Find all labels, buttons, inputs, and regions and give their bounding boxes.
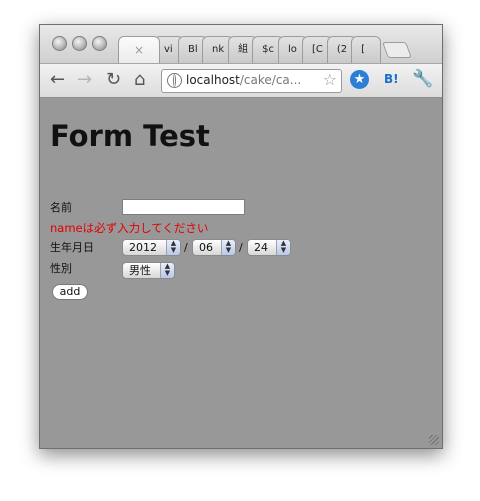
forward-icon[interactable]: → [77,70,92,90]
year-value: 2012 [129,241,157,254]
address-bar[interactable]: localhost/cake/ca... ☆ [161,69,342,93]
tab-active[interactable]: × [118,36,160,63]
select-arrows-icon: ▲ ▼ [166,240,180,255]
reload-icon[interactable]: ↻ [106,70,121,90]
close-window-button[interactable] [52,36,67,51]
select-arrows-icon: ▲ ▼ [160,263,174,278]
tabs: × vi Bl nk 組 $c lo [C (2 [ [118,36,413,63]
zoom-window-button[interactable] [92,36,107,51]
url-host: localhost [186,73,240,87]
gender-value: 男性 [129,264,151,277]
url-path: /cake/ca... [239,73,302,87]
month-select[interactable]: 06 ▲ ▼ [192,239,236,256]
home-icon[interactable]: ⌂ [134,70,145,90]
bookmark-star-icon[interactable]: ☆ [323,71,337,89]
resize-handle[interactable] [429,435,439,445]
name-error-message: nameは必ず入力してください [50,221,209,235]
close-tab-icon[interactable]: × [134,43,144,57]
date-separator: / [239,241,243,254]
page-content: Form Test 名前 nameは必ず入力してください 生年月日 2012 ▲… [40,98,442,448]
new-tab-button[interactable] [382,42,413,58]
wrench-icon[interactable]: 🔧 [412,69,433,89]
extension-star-icon[interactable]: ★ [350,70,369,89]
name-label: 名前 [50,201,72,214]
minimize-window-button[interactable] [72,36,87,51]
page-title: Form Test [50,119,210,153]
name-input[interactable] [122,199,245,215]
date-separator: / [184,241,188,254]
toolbar: ← → ↻ ⌂ localhost/cake/ca... ☆ ★ B! 🔧 [40,64,442,98]
globe-icon [167,73,182,88]
select-arrows-icon: ▲ ▼ [221,240,235,255]
back-icon[interactable]: ← [50,70,65,90]
day-value: 24 [254,241,268,254]
add-button[interactable]: add [52,284,88,300]
birthdate-label: 生年月日 [50,241,94,254]
hatena-bookmark-extension[interactable]: B! [384,72,399,86]
gender-select[interactable]: 男性 ▲ ▼ [122,262,175,279]
tab[interactable]: [ [351,36,382,63]
day-select[interactable]: 24 ▲ ▼ [247,239,291,256]
gender-label: 性別 [50,262,72,275]
url-text: localhost/cake/ca... [186,73,301,87]
year-select[interactable]: 2012 ▲ ▼ [122,239,181,256]
tab-strip: × vi Bl nk 組 $c lo [C (2 [ [40,25,442,64]
select-arrows-icon: ▲ ▼ [276,240,290,255]
month-value: 06 [199,241,213,254]
browser-window: × vi Bl nk 組 $c lo [C (2 [ ← → ↻ ⌂ local… [39,24,443,449]
